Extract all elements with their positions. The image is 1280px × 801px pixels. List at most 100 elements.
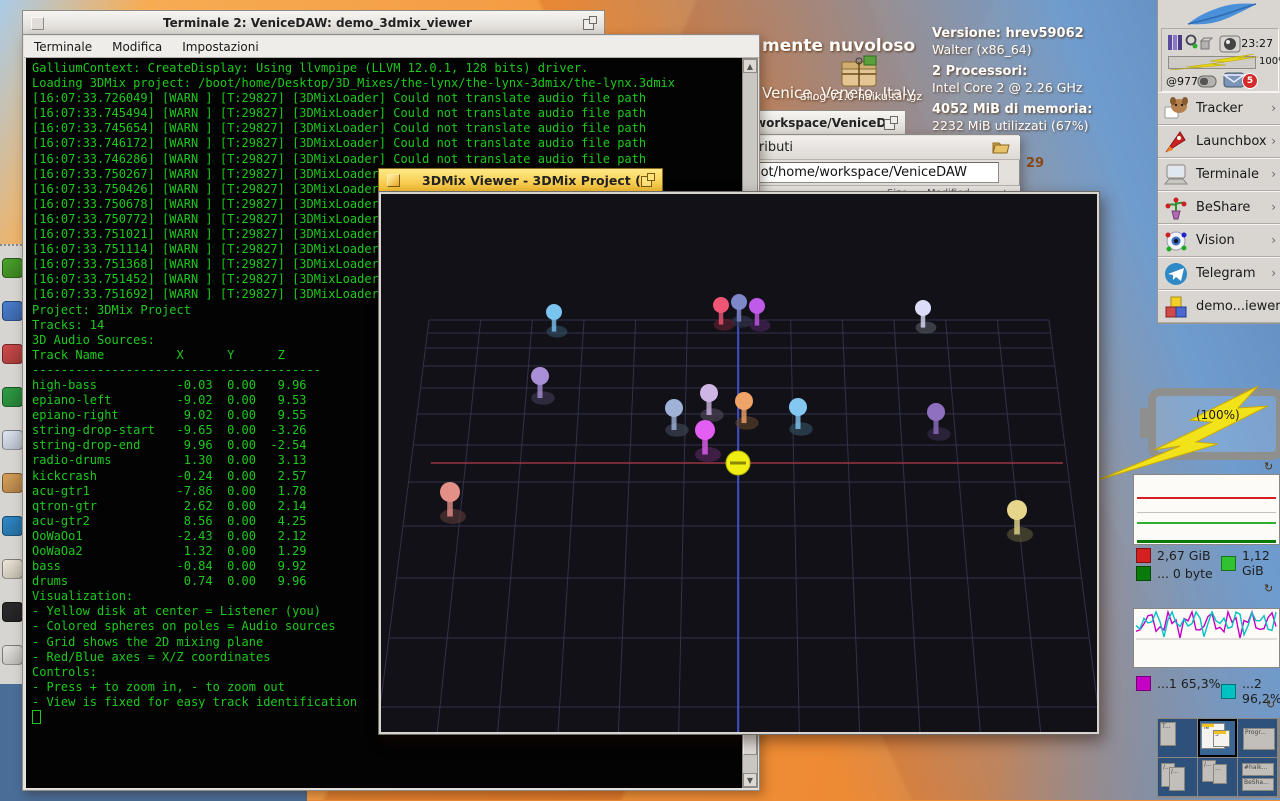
workspace-cell[interactable]: T... bbox=[1158, 719, 1197, 757]
mini-window: T... bbox=[1160, 722, 1176, 746]
terminal-window-tab[interactable]: Terminale 2: VeniceDAW: demo_3dmix_viewe… bbox=[22, 10, 605, 35]
workspace-cell-active[interactable]: Te3 bbox=[1198, 719, 1237, 757]
globe-icon[interactable] bbox=[2, 301, 22, 321]
zoom-button[interactable] bbox=[583, 16, 597, 30]
refresh-icon[interactable]: ↻ bbox=[1264, 460, 1273, 473]
chevron-right-icon: › bbox=[1271, 101, 1276, 115]
3d-scene-canvas[interactable] bbox=[381, 194, 1097, 732]
mail-badge: 5 bbox=[1242, 73, 1258, 89]
disk-usage-chart bbox=[1133, 474, 1280, 545]
3dmix-viewer-window[interactable]: 3DMix Viewer - 3DMix Project (14 tracks) bbox=[378, 168, 1100, 735]
workspace-cell[interactable]: /...... bbox=[1198, 758, 1237, 796]
terminal-line: [16:07:33.746286] [WARN ] [T:29827] [3DM… bbox=[32, 152, 742, 167]
plant-icon[interactable] bbox=[2, 387, 22, 407]
scroll-up-icon[interactable]: ▲ bbox=[743, 59, 757, 73]
audio-source[interactable] bbox=[915, 300, 936, 334]
workspace-cell[interactable]: /.../... bbox=[1158, 758, 1197, 796]
mini-window: /... bbox=[1169, 767, 1185, 791]
memory-value: 2232 MiB utilizzati (67%) bbox=[932, 118, 1152, 134]
viewer-body bbox=[378, 191, 1100, 735]
deskbar-item-telegram[interactable]: Telegram› bbox=[1158, 257, 1280, 290]
zoom-button[interactable] bbox=[641, 173, 655, 187]
terminal-line: [16:07:33.726049] [WARN ] [T:29827] [3DM… bbox=[32, 91, 742, 106]
battery-percent: 100% bbox=[1259, 56, 1280, 67]
desk-icon[interactable] bbox=[2, 473, 22, 493]
audio-source[interactable] bbox=[731, 294, 752, 328]
menu-terminale[interactable]: Terminale bbox=[24, 40, 102, 54]
os-build: Walter (x86_64) bbox=[932, 42, 1152, 58]
folder-icon[interactable] bbox=[992, 140, 1010, 155]
scroll-down-icon[interactable]: ▼ bbox=[743, 773, 757, 787]
app-icon bbox=[1163, 261, 1189, 287]
audio-source[interactable] bbox=[749, 298, 770, 332]
zoom-button[interactable] bbox=[884, 116, 898, 130]
mini-window: Progr... bbox=[1243, 728, 1275, 750]
app-icon bbox=[1163, 129, 1189, 155]
audio-source[interactable] bbox=[531, 367, 555, 405]
package-icon[interactable] bbox=[838, 52, 882, 90]
app-label: BeShare bbox=[1196, 200, 1250, 215]
workspace-cell[interactable]: Progr... bbox=[1238, 719, 1277, 757]
workspace-switcher[interactable]: T...Te3Progr.../.../.../......#haik...Be… bbox=[1157, 718, 1280, 798]
terminal-line: [16:07:33.745654] [WARN ] [T:29827] [3DM… bbox=[32, 121, 742, 136]
computer-icon[interactable] bbox=[2, 645, 22, 665]
audio-source[interactable] bbox=[546, 304, 567, 338]
snake-icon[interactable] bbox=[2, 258, 22, 278]
deskbar-item-demo-iewer[interactable]: demo...iewer› bbox=[1158, 290, 1280, 323]
refresh-icon[interactable]: ↻ bbox=[1266, 698, 1275, 711]
box-icon[interactable] bbox=[2, 559, 22, 579]
battery-bolt-icon bbox=[1166, 53, 1262, 71]
battery-widget bbox=[1090, 382, 1280, 484]
deskbar-item-beshare[interactable]: BeShare› bbox=[1158, 191, 1280, 224]
close-button[interactable] bbox=[387, 174, 400, 187]
app-label: Terminale bbox=[1196, 167, 1259, 182]
cube-icon bbox=[1201, 41, 1209, 49]
menu-modifica[interactable]: Modifica bbox=[102, 40, 172, 54]
eye-icon[interactable] bbox=[2, 430, 22, 450]
legend-swatch bbox=[1136, 548, 1151, 563]
magnifier-icon bbox=[1187, 36, 1196, 45]
chevron-right-icon: › bbox=[1271, 167, 1276, 181]
app-icon bbox=[1163, 294, 1189, 320]
audio-source[interactable] bbox=[700, 384, 724, 422]
close-button[interactable] bbox=[31, 17, 44, 30]
legend-entry: 2,67 GiB bbox=[1136, 548, 1211, 563]
audio-source[interactable] bbox=[927, 403, 951, 441]
system-info-widget: Versione: hrev59062 Walter (x86_64) 2 Pr… bbox=[932, 26, 1152, 134]
media-icon[interactable] bbox=[1218, 32, 1244, 54]
deskbar-tray[interactable]: 23:27 100% @977 5 bbox=[1161, 28, 1279, 92]
workspace-cell[interactable]: #haik...BeSha... bbox=[1238, 758, 1277, 796]
deskbar-item-terminale[interactable]: Terminale › bbox=[1158, 158, 1280, 191]
deskbar[interactable]: 23:27 100% @977 5 Tracker›Launchbox›Term… bbox=[1157, 0, 1280, 324]
terminal-menubar[interactable]: Terminale Modifica Impostazioni bbox=[24, 36, 759, 58]
mini-window: ... bbox=[1213, 764, 1227, 784]
os-version: Versione: hrev59062 bbox=[932, 26, 1152, 42]
attributes-titlebar[interactable]: Attributi bbox=[730, 136, 1020, 160]
process-controller-icon bbox=[1168, 35, 1172, 50]
laptop-icon[interactable] bbox=[2, 602, 22, 622]
deskbar-item-vision[interactable]: Vision› bbox=[1158, 224, 1280, 257]
viewer-window-tab[interactable]: 3DMix Viewer - 3DMix Project (14 tracks) bbox=[378, 168, 663, 191]
bird-icon[interactable] bbox=[2, 344, 22, 364]
tray-icons[interactable] bbox=[1167, 33, 1217, 53]
audio-source[interactable] bbox=[440, 482, 466, 524]
mailbox-icon[interactable] bbox=[1196, 70, 1248, 90]
deskbar-item-tracker[interactable]: Tracker› bbox=[1158, 92, 1280, 125]
audio-source[interactable] bbox=[1007, 500, 1033, 542]
listener-disk[interactable] bbox=[726, 451, 750, 475]
app-icon bbox=[1163, 228, 1189, 254]
telegram-icon[interactable] bbox=[2, 516, 22, 536]
viewer-title: 3DMix Viewer - 3DMix Project (14 tracks) bbox=[422, 173, 641, 188]
menu-impostazioni[interactable]: Impostazioni bbox=[172, 40, 268, 54]
cpu-usage-chart bbox=[1133, 608, 1280, 668]
package-icon-label[interactable]: ailog-v1.0-haiku.tar.gz bbox=[776, 90, 946, 103]
legend-entry: ...1 65,3% bbox=[1136, 676, 1221, 691]
deskbar-item-launchbox[interactable]: Launchbox› bbox=[1158, 125, 1280, 158]
refresh-icon[interactable]: ↻ bbox=[1264, 582, 1273, 595]
clock[interactable]: 23:27 bbox=[1241, 37, 1273, 50]
legend-label: 2,67 GiB bbox=[1157, 548, 1211, 563]
mail-count: @977 bbox=[1166, 75, 1198, 88]
audio-source[interactable] bbox=[695, 420, 721, 462]
legend-swatch bbox=[1136, 676, 1151, 691]
haiku-leaf-icon[interactable] bbox=[1180, 2, 1258, 28]
